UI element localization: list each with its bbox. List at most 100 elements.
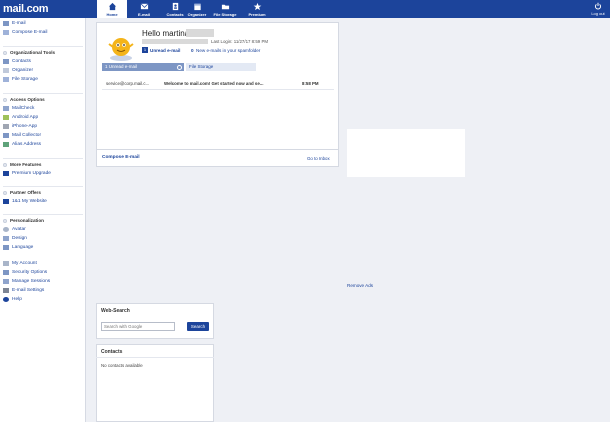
- brush-icon: [3, 236, 9, 241]
- nav-premium[interactable]: Premium: [242, 0, 272, 18]
- mail-subject: Welcome to mail.com! Get started now and…: [164, 81, 264, 86]
- compose-icon: [3, 30, 9, 35]
- nav-organizer-label: Organizer: [187, 12, 207, 17]
- divider: [96, 357, 214, 358]
- sidebar-item-label: Mail Collector: [12, 133, 42, 138]
- contacts-card: [96, 344, 214, 422]
- sidebar-item-sessions[interactable]: Manage Sessions: [3, 278, 51, 285]
- nav-organizer[interactable]: Organizer: [182, 0, 212, 18]
- iphone-icon: [3, 124, 9, 129]
- sidebar-item-label: Alias Address: [12, 142, 42, 147]
- mailcom-logo[interactable]: mail.com: [3, 3, 49, 15]
- logout-button[interactable]: Log out: [590, 0, 606, 16]
- contacts-empty-text: No contacts available: [101, 363, 143, 368]
- divider: [3, 158, 83, 159]
- envelope-icon: [3, 21, 9, 26]
- sidebar-item-design[interactable]: Design: [3, 235, 27, 242]
- sidebar-item-file-storage[interactable]: File Storage: [3, 76, 38, 83]
- refresh-icon[interactable]: [177, 64, 182, 70]
- section-heading-partner: Partner Offers: [3, 189, 41, 196]
- nav-file-storage[interactable]: File Storage: [210, 0, 240, 18]
- nav-home[interactable]: Home: [97, 0, 127, 18]
- sidebar-item-avatar[interactable]: Avatar: [3, 226, 26, 233]
- sidebar-item-label: Language: [12, 245, 34, 250]
- sessions-icon: [3, 279, 9, 284]
- sidebar-item-label: Security Options: [12, 270, 48, 275]
- contacts-title: Contacts: [101, 349, 123, 355]
- folder-icon: [3, 77, 9, 82]
- redacted-name: [186, 29, 214, 37]
- wrench-icon: [3, 288, 9, 293]
- account-icon: [3, 261, 9, 266]
- sidebar-item-website[interactable]: 1&1 My Website: [3, 198, 47, 205]
- bullet-icon: [3, 50, 7, 55]
- sidebar-item-alias[interactable]: Alias Address: [3, 141, 42, 148]
- mail-time: 8:58 PM: [302, 81, 319, 86]
- websearch-input[interactable]: [101, 322, 175, 331]
- tab-unread-email[interactable]: 1 Unread e-mail: [102, 63, 184, 71]
- collector-icon: [3, 133, 9, 138]
- sidebar-item-label: iPhone-App: [12, 124, 38, 129]
- mailcheck-icon: [3, 106, 9, 111]
- home-icon: [108, 2, 116, 11]
- sidebar-item-mail-collector[interactable]: Mail Collector: [3, 132, 42, 139]
- tab-file-storage-label: File Storage: [189, 64, 214, 69]
- contacts-icon: [172, 2, 178, 11]
- sidebar-item-language[interactable]: Language: [3, 244, 34, 251]
- divider: [97, 149, 338, 150]
- android-icon: [3, 115, 9, 120]
- sidebar-item-label: E-mail Settings: [12, 288, 45, 293]
- nav-home-label: Home: [106, 12, 118, 17]
- sidebar-item-label: Contacts: [12, 59, 31, 64]
- sidebar-item-email[interactable]: E-mail: [3, 20, 26, 27]
- go-to-inbox-link[interactable]: Go to Inbox: [307, 156, 330, 161]
- sidebar-item-label: E-mail: [12, 21, 26, 26]
- sidebar-item-compose[interactable]: Compose E-mail: [3, 29, 48, 36]
- envelope-icon: [140, 3, 148, 10]
- search-button[interactable]: Search: [187, 322, 209, 331]
- tab-file-storage[interactable]: File Storage: [186, 63, 256, 71]
- ad-placeholder: [347, 129, 465, 177]
- sidebar-item-android[interactable]: Android App: [3, 114, 39, 121]
- sidebar: E-mail Compose E-mail Organizational Too…: [0, 18, 86, 422]
- sidebar-item-help[interactable]: Help: [3, 296, 22, 303]
- sidebar-item-iphone[interactable]: iPhone-App: [3, 123, 38, 130]
- spam-folder-link[interactable]: New e-mails in your spamfolder: [196, 48, 260, 53]
- mail-list-row[interactable]: service@corp.mail.c... Welcome to mail.c…: [102, 79, 334, 88]
- bullet-icon: [3, 162, 7, 167]
- sidebar-item-security[interactable]: Security Options: [3, 269, 48, 276]
- logout-label: Log out: [591, 11, 605, 16]
- bullet-icon: [3, 97, 7, 102]
- redacted-email: [142, 39, 208, 44]
- nav-email[interactable]: E-mail: [129, 0, 159, 18]
- compose-email-link[interactable]: Compose E-mail: [102, 155, 140, 160]
- unread-count-badge: 1: [142, 47, 148, 53]
- top-navigation-bar: mail.com Home E-mail Contacts Organizer …: [0, 0, 610, 18]
- sidebar-item-organizer[interactable]: Organizer: [3, 67, 33, 74]
- sidebar-item-label: Android App: [12, 115, 39, 120]
- calendar-icon: [3, 68, 9, 73]
- website-icon: [3, 199, 9, 204]
- sidebar-item-email-settings[interactable]: E-mail Settings: [3, 287, 45, 294]
- remove-ads-link[interactable]: Remove Ads: [347, 283, 373, 288]
- unread-email-link[interactable]: Unread e-mail: [150, 48, 180, 53]
- spam-count: 0: [191, 48, 194, 53]
- sidebar-item-label: Compose E-mail: [12, 30, 48, 35]
- star-icon: [253, 2, 261, 11]
- avatar-icon: [3, 227, 9, 232]
- section-heading-personalization: Personalization: [3, 217, 44, 224]
- sidebar-item-contacts[interactable]: Contacts: [3, 58, 31, 65]
- sidebar-item-label: My Account: [12, 261, 37, 266]
- star-icon: [3, 171, 9, 176]
- sidebar-item-label: Avatar: [12, 227, 26, 232]
- alias-arrow-icon: [3, 142, 9, 147]
- sidebar-item-premium-upgrade[interactable]: Premium Upgrade: [3, 170, 51, 177]
- help-icon: [3, 297, 9, 302]
- nav-contacts-label: Contacts: [166, 12, 184, 17]
- mail-sender: service@corp.mail.c...: [106, 81, 150, 86]
- sidebar-item-label: Help: [12, 297, 22, 302]
- sidebar-item-my-account[interactable]: My Account: [3, 260, 37, 267]
- sidebar-item-mailcheck[interactable]: MailCheck: [3, 105, 34, 112]
- sidebar-item-label: Manage Sessions: [12, 279, 51, 284]
- contacts-icon: [3, 59, 9, 64]
